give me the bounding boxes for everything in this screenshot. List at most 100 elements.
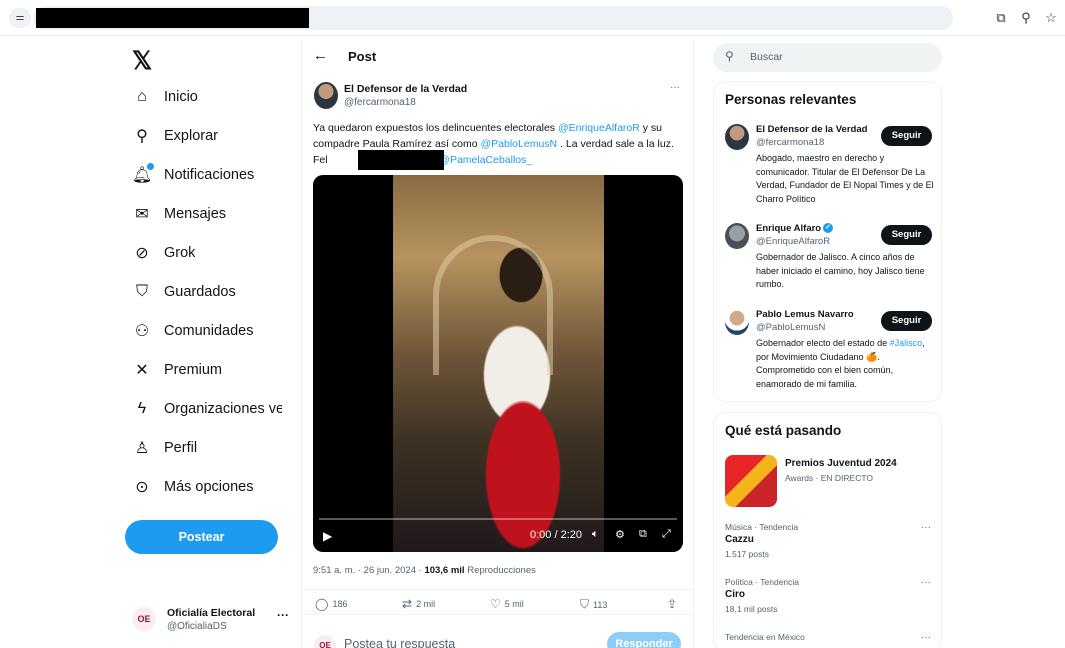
trend-event[interactable]: Premios Juventud 2024 Awards · EN DIRECT… xyxy=(725,455,935,507)
video-time: 0:00 / 2:20 xyxy=(530,529,582,541)
avatar[interactable] xyxy=(314,82,338,109)
account-name: Oficialía Electoral xyxy=(167,607,256,619)
avatar[interactable] xyxy=(725,124,749,150)
more-icon[interactable]: ··· xyxy=(921,577,931,588)
author-name[interactable]: El Defensor de la Verdad xyxy=(344,83,467,95)
tweet-actions: ◯ 186 ⇄ 2 mil ♡ 5 mil ⛉ 113 ⇪ xyxy=(302,589,693,615)
hashtag-link[interactable]: #Jalisco xyxy=(890,338,923,348)
follow-button[interactable]: Seguir xyxy=(881,311,932,331)
cast-icon[interactable]: ⧉ xyxy=(992,9,1010,27)
settings-icon[interactable]: ⚙ xyxy=(615,528,625,541)
views-count: 103,6 mil xyxy=(424,565,465,576)
redacted-url xyxy=(36,8,309,28)
nav-item-guardados[interactable]: ⛉ Guardados xyxy=(132,279,236,305)
person-handle: @fercarmona18 xyxy=(756,137,825,148)
nav-item-explorar[interactable]: ⚲ Explorar xyxy=(132,123,218,149)
repost-button[interactable]: ⇄ 2 mil xyxy=(402,597,435,611)
nav-item-perfil[interactable]: ♙ Perfil xyxy=(132,435,197,461)
star-icon[interactable]: ☆ xyxy=(1042,9,1060,27)
reply-button[interactable]: ◯ 186 xyxy=(315,597,347,611)
person-handle: @PabloLemusN xyxy=(756,322,826,333)
follow-button[interactable]: Seguir xyxy=(881,126,932,146)
fullscreen-icon[interactable]: ⤢ xyxy=(662,528,671,541)
left-navigation: 𝕏 ⌂ Inicio ⚲ Explorar 🔔︎ Notificaciones … xyxy=(118,40,298,648)
person-name-text: Enrique Alfaro xyxy=(756,223,822,234)
mention-link[interactable]: @PamelaCeballos_ xyxy=(439,154,532,166)
lightning-icon: ϟ xyxy=(137,400,147,417)
mention-link[interactable]: @PabloLemusN xyxy=(481,138,558,150)
author-handle[interactable]: @fercarmona18 xyxy=(344,97,416,108)
x-logo-icon[interactable]: 𝕏 xyxy=(132,46,152,76)
main-column: ← Post El Defensor de la Verdad @fercarm… xyxy=(301,36,694,648)
panel-title: Qué está pasando xyxy=(725,423,842,438)
nav-item-grok[interactable]: ⊘ Grok xyxy=(132,240,195,266)
views-label: Reproducciones xyxy=(464,565,536,576)
search-placeholder: Buscar xyxy=(750,51,783,63)
tweet-text-segment: Ya quedaron expuestos los delincuentes e… xyxy=(313,122,558,134)
nav-item-label: Explorar xyxy=(164,128,218,144)
trend-category: Música · Tendencia xyxy=(725,522,799,532)
follow-button[interactable]: Seguir xyxy=(881,225,932,245)
nav-item-label: Perfil xyxy=(164,440,198,456)
account-switcher[interactable]: OE Oficialía Electoral @OficialiaDS ··· xyxy=(132,603,292,635)
nav-item-label: Notificaciones xyxy=(164,167,255,183)
nav-item-notificaciones[interactable]: 🔔︎ Notificaciones xyxy=(132,162,254,188)
share-button[interactable]: ⇪ xyxy=(667,597,677,611)
trend-count: 1.517 posts xyxy=(725,549,769,559)
page-title: Post xyxy=(348,49,377,64)
person-name[interactable]: Enrique Alfaro ✓ xyxy=(756,223,834,234)
relevant-people-panel: Personas relevantes El Defensor de la Ve… xyxy=(713,81,942,402)
nav-item-comunidades[interactable]: ⚇ Comunidades xyxy=(132,318,254,344)
nav-item-label: Más opciones xyxy=(164,479,254,495)
panel-title: Personas relevantes xyxy=(725,92,857,107)
nav-item-mensajes[interactable]: ✉ Mensajes xyxy=(132,201,226,227)
nav-item-label: Inicio xyxy=(164,89,198,105)
trend-name: Ciro xyxy=(725,589,745,600)
person-name[interactable]: Pablo Lemus Navarro xyxy=(756,309,854,320)
nav-item-mas-opciones[interactable]: ⊙ Más opciones xyxy=(132,474,253,500)
bookmark-icon: ⛉ xyxy=(135,283,148,300)
nav-item-organizaciones[interactable]: ϟ Organizaciones ver xyxy=(132,396,282,422)
video-frame xyxy=(393,175,604,552)
reply-input[interactable]: Postea tu respuesta xyxy=(344,637,455,648)
avatar[interactable] xyxy=(725,309,749,335)
nav-item-label: Premium xyxy=(164,362,223,378)
reply-submit-button[interactable]: Responder xyxy=(607,632,681,648)
more-icon[interactable]: ··· xyxy=(277,608,289,622)
reply-composer: OE Postea tu respuesta Responder xyxy=(302,630,693,648)
site-info-icon[interactable]: ⚌ xyxy=(9,8,31,28)
like-button[interactable]: ♡ 5 mil xyxy=(490,597,524,611)
more-icon[interactable]: ··· xyxy=(670,82,680,93)
back-arrow-icon[interactable]: ← xyxy=(313,47,328,64)
bookmark-count: 113 xyxy=(593,599,608,610)
account-handle: @OficialiaDS xyxy=(167,621,227,632)
search-icon: ⚲ xyxy=(136,128,148,145)
nav-item-label: Grok xyxy=(164,245,196,261)
play-icon[interactable]: ▶ xyxy=(323,529,332,543)
pip-icon[interactable]: ⧉ xyxy=(639,528,647,541)
search-input[interactable]: ⚲ Buscar xyxy=(713,43,942,72)
trend-count: 18,1 mil posts xyxy=(725,604,778,614)
zoom-icon[interactable]: ⚲ xyxy=(1017,9,1035,27)
nav-item-inicio[interactable]: ⌂ Inicio xyxy=(132,84,198,110)
nav-item-label: Organizaciones ver xyxy=(164,401,282,417)
tweet-meta: 9:51 a. m. · 26 jun. 2024 · 103,6 mil Re… xyxy=(313,565,536,576)
avatar: OE xyxy=(314,635,336,648)
avatar[interactable] xyxy=(725,223,749,249)
tweet-timestamp[interactable]: 9:51 a. m. · 26 jun. 2024 · xyxy=(313,565,424,576)
person-bio: Gobernador electo del estado de #Jalisco… xyxy=(756,337,936,391)
video-progress-bar[interactable] xyxy=(319,518,677,520)
person-name[interactable]: El Defensor de la Verdad xyxy=(756,124,867,135)
person-bio: Abogado, maestro en derecho y comunicado… xyxy=(756,153,934,204)
post-button[interactable]: Postear xyxy=(125,520,278,554)
grok-icon: ⊘ xyxy=(135,245,149,262)
nav-item-premium[interactable]: ✕ Premium xyxy=(132,357,222,383)
more-icon[interactable]: ··· xyxy=(921,632,931,643)
volume-icon[interactable]: 🔈︎ xyxy=(592,528,599,541)
bookmark-button[interactable]: ⛉ 113 xyxy=(580,597,607,612)
mention-link[interactable]: @EnriqueAlfaroR xyxy=(558,122,640,134)
reply-count: 186 xyxy=(332,599,348,609)
repost-count: 2 mil xyxy=(416,599,436,609)
more-icon[interactable]: ··· xyxy=(921,522,931,533)
video-player[interactable]: ▶ 0:00 / 2:20 🔈︎ ⚙ ⧉ ⤢ xyxy=(313,175,683,552)
